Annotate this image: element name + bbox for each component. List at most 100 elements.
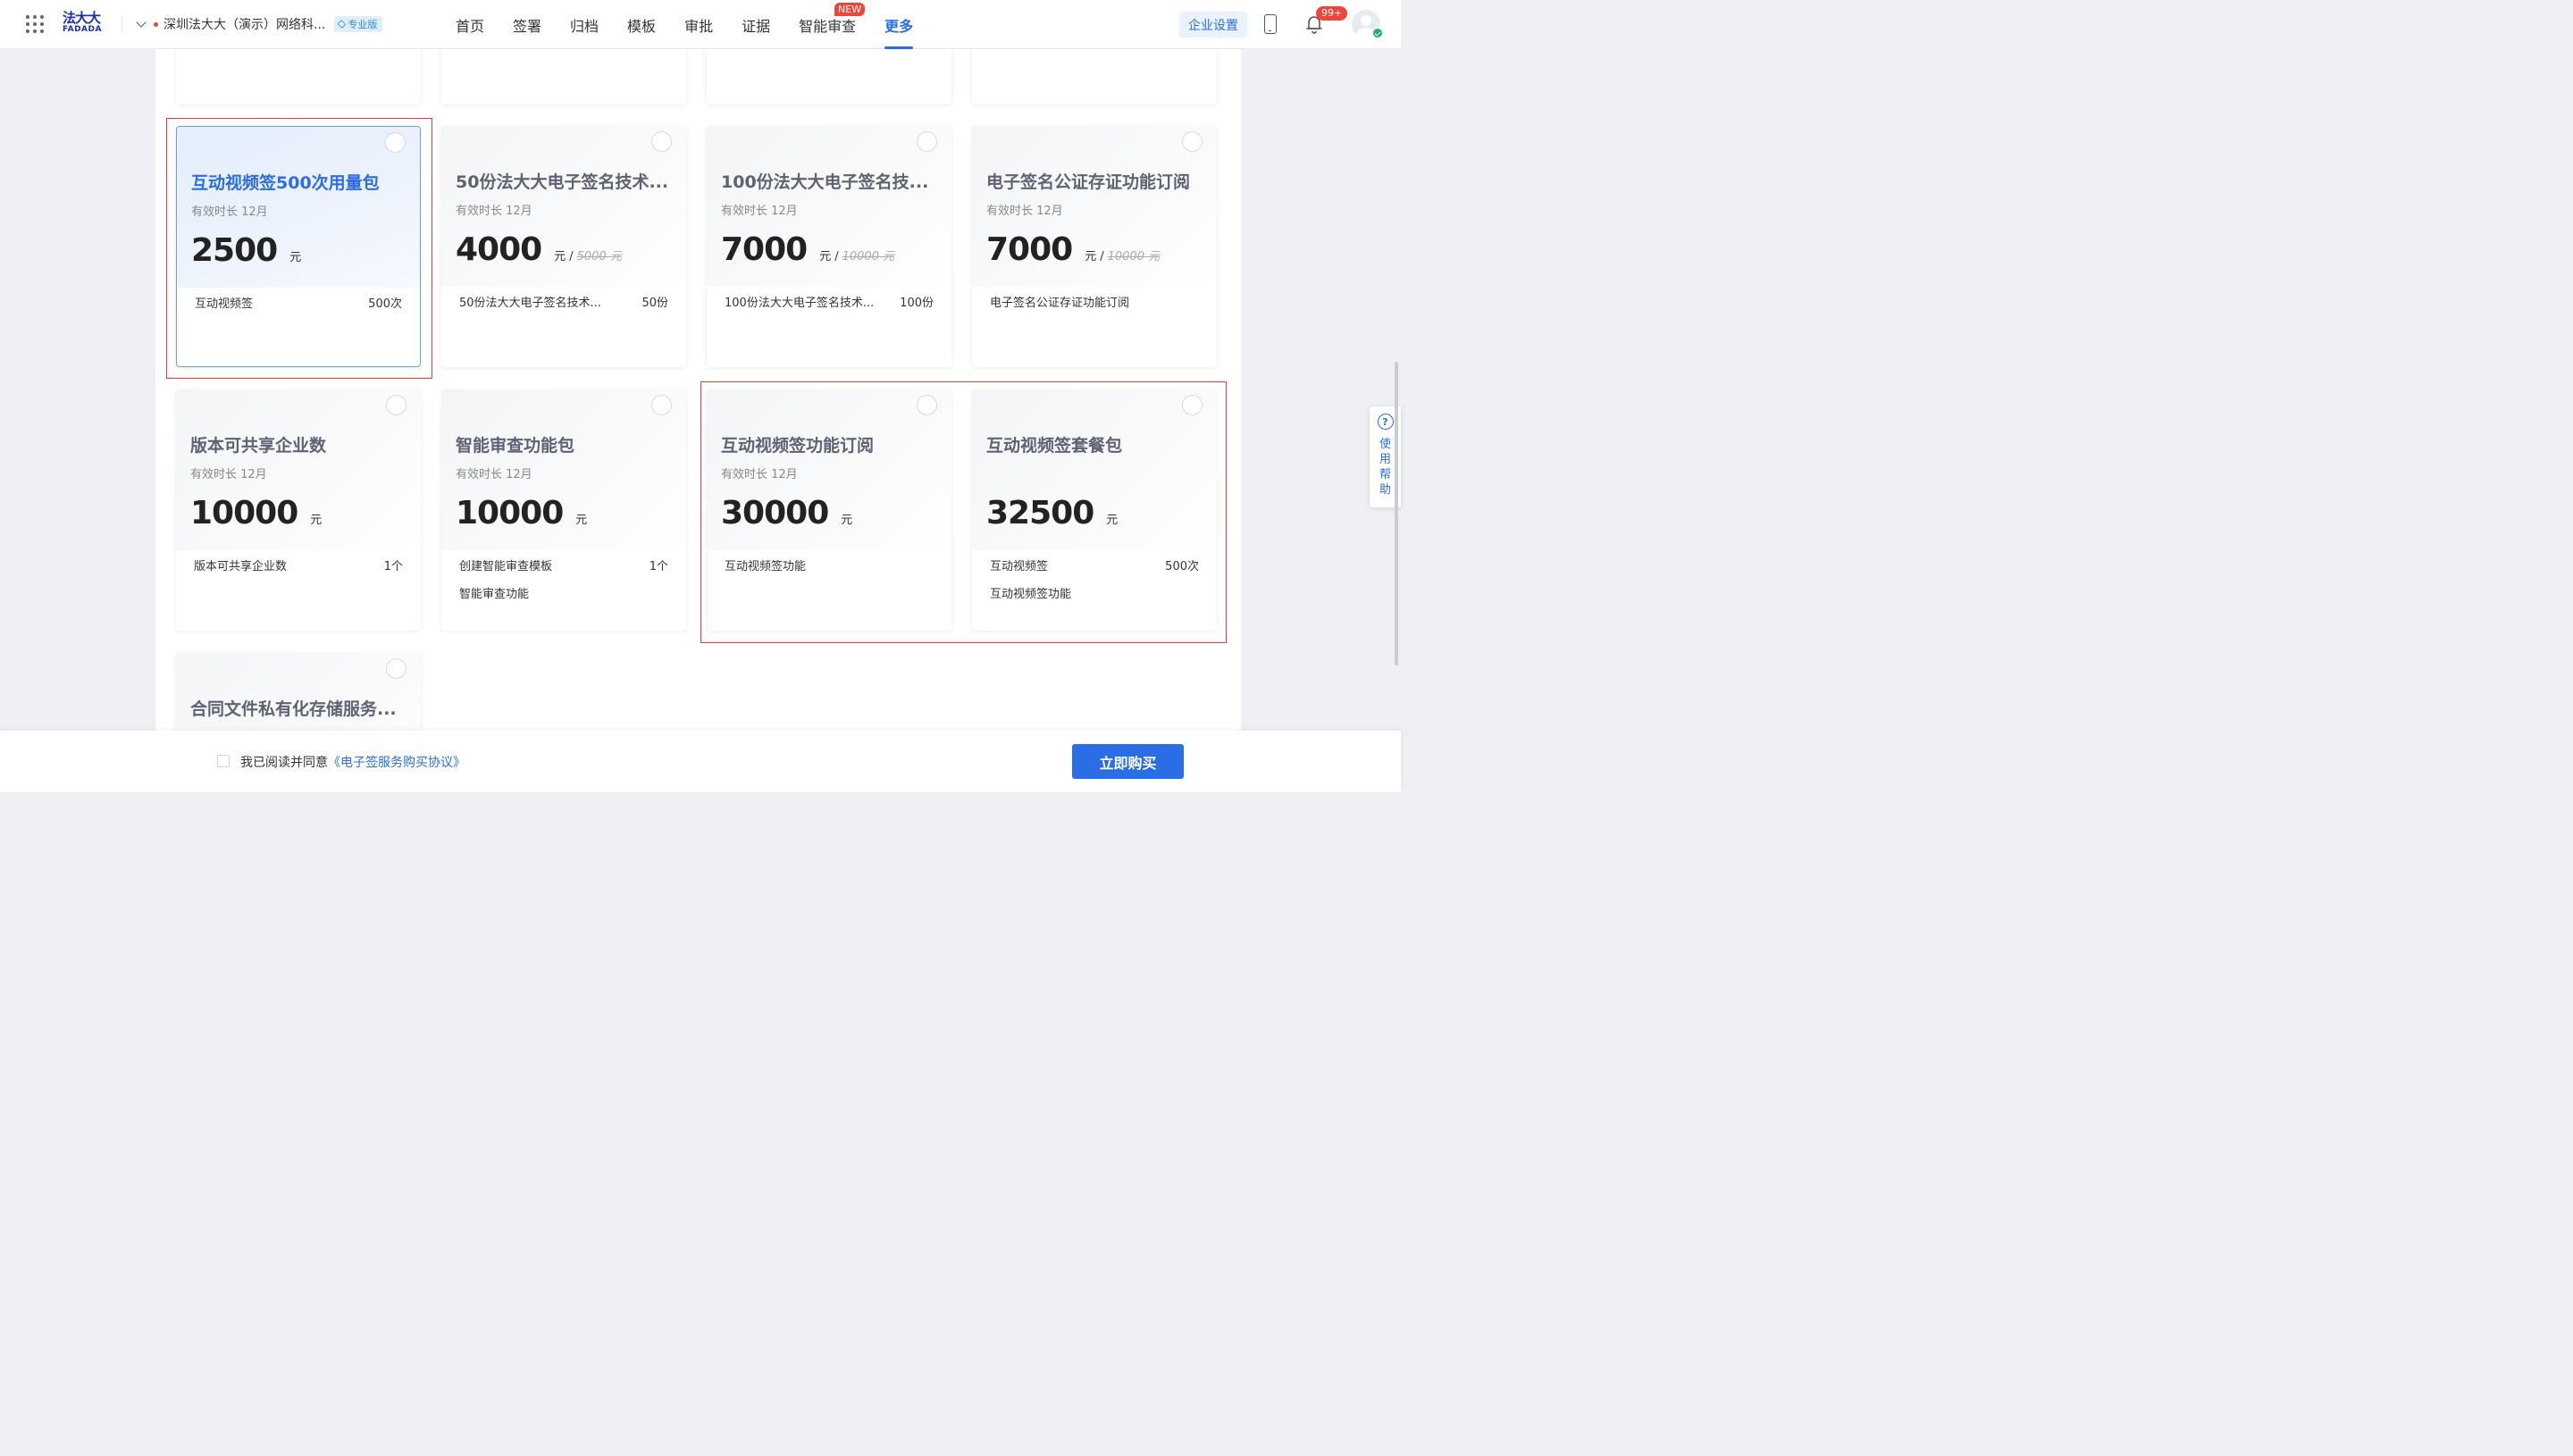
edition-label: 专业版	[348, 19, 378, 30]
feature-row: 创建智能审查模板 1个	[459, 556, 668, 573]
card-period: 有效时长 12月	[456, 205, 532, 218]
select-radio[interactable]	[651, 131, 672, 152]
select-radio[interactable]	[917, 395, 937, 415]
price-unit: 元	[289, 251, 302, 264]
feature-name: 互动视频签	[990, 560, 1049, 573]
nav-item[interactable]: 签署	[513, 0, 541, 49]
price-amount: 7000	[986, 231, 1073, 268]
card-price: 2500 元	[191, 232, 301, 269]
card-period: 有效时长 12月	[456, 468, 532, 481]
select-radio[interactable]	[651, 395, 672, 415]
feature-name: 电子签名公证存证功能订阅	[990, 297, 1130, 310]
product-card-partial[interactable]	[707, 49, 951, 105]
product-card[interactable]: 50份法大大电子签名技术... 有效时长 12月 4000 元/5000 元 50份法大…	[441, 126, 686, 367]
card-price: 30000 元	[721, 495, 852, 531]
help-label: 使用帮助	[1379, 438, 1391, 497]
price-unit: 元	[310, 514, 323, 527]
select-radio[interactable]	[385, 132, 406, 153]
mobile-icon[interactable]	[1264, 14, 1277, 34]
card-title: 100份法大大电子签名技...	[721, 172, 929, 192]
card-title: 50份法大大电子签名技术...	[456, 172, 669, 192]
feature-qty: 500次	[368, 297, 402, 311]
buy-now-button[interactable]: 立即购买	[1072, 744, 1184, 779]
product-card[interactable]: 100份法大大电子签名技... 有效时长 12月 7000 元/10000 元 100份…	[707, 126, 951, 367]
product-panel: 互动视频签500次用量包 有效时长 12月 2500 元互动视频签 500次 50份法大大…	[155, 49, 1241, 731]
nav-item[interactable]: 证据	[742, 0, 770, 49]
original-price: 10000 元	[1107, 250, 1161, 264]
product-card[interactable]: 互动视频签套餐包 32500 元互动视频签 500次互动视频签功能	[972, 389, 1217, 631]
feature-qty: 1个	[383, 560, 403, 573]
price-separator: /	[569, 250, 574, 264]
card-title: 合同文件私有化存储服务...	[190, 699, 397, 719]
nav-label: 审批	[684, 17, 714, 35]
agree-text: 我已阅读并同意《电子签服务购买协议》	[240, 753, 465, 771]
select-radio[interactable]	[386, 658, 406, 679]
feature-name: 创建智能审查模板	[459, 560, 553, 573]
price-amount: 30000	[721, 495, 829, 531]
nav-item[interactable]: 智能审查 NEW	[799, 0, 866, 49]
feature-name: 50份法大大电子签名技术...	[459, 297, 601, 310]
select-radio[interactable]	[917, 131, 937, 152]
purchase-bar	[0, 731, 1401, 792]
nav-label: 模板	[627, 17, 657, 35]
feature-name: 互动视频签	[195, 297, 254, 311]
product-card[interactable]: 互动视频签功能订阅 有效时长 12月 30000 元互动视频签功能	[707, 389, 951, 631]
product-card[interactable]: 互动视频签500次用量包 有效时长 12月 2500 元互动视频签 500次	[176, 126, 421, 367]
product-card[interactable]: 电子签名公证存证功能订阅 有效时长 12月 7000 元/10000 元电子签名公证存…	[972, 126, 1217, 367]
feature-row: 版本可共享企业数 1个	[194, 556, 403, 573]
agreement-link[interactable]: 《电子签服务购买协议》	[328, 756, 465, 770]
price-separator: /	[834, 250, 839, 264]
feature-row: 互动视频签 500次	[195, 294, 402, 311]
card-title: 电子签名公证存证功能订阅	[986, 172, 1191, 192]
product-card[interactable]: 智能审查功能包 有效时长 12月 10000 元创建智能审查模板 1个 智能审查功能	[441, 389, 686, 631]
notification-count-badge: 99+	[1316, 6, 1348, 21]
logo-en: FADADA	[63, 25, 102, 34]
card-period: 有效时长 12月	[190, 468, 267, 481]
feature-row: 电子签名公证存证功能订阅	[990, 293, 1199, 310]
feature-row: 智能审查功能	[459, 584, 668, 601]
feature-name: 互动视频签功能	[725, 560, 807, 573]
feature-row: 互动视频签功能	[990, 584, 1199, 601]
select-radio[interactable]	[1182, 395, 1203, 415]
nav-item[interactable]: 更多	[884, 0, 914, 49]
chevron-down-icon	[136, 17, 147, 28]
nav-item[interactable]: 归档	[570, 0, 599, 49]
diamond-icon	[338, 20, 347, 29]
product-card-partial[interactable]	[176, 49, 421, 105]
card-title: 智能审查功能包	[456, 436, 575, 456]
nav-label: 归档	[570, 17, 599, 35]
original-price: 5000 元	[576, 250, 622, 264]
feature-name: 互动视频签功能	[990, 588, 1072, 601]
apps-grid-icon[interactable]	[26, 15, 44, 33]
agree-checkbox[interactable]	[217, 755, 230, 767]
card-title: 互动视频签套餐包	[986, 436, 1123, 456]
product-card[interactable]: 版本可共享企业数 有效时长 12月 10000 元版本可共享企业数 1个	[176, 389, 421, 631]
price-unit: 元	[1085, 250, 1097, 264]
feature-row: 互动视频签 500次	[990, 556, 1199, 573]
product-card[interactable]: 合同文件私有化存储服务...	[176, 653, 421, 731]
select-radio[interactable]	[1182, 131, 1203, 152]
product-card-partial[interactable]	[441, 49, 686, 105]
original-price: 10000 元	[842, 250, 895, 264]
question-icon: ?	[1377, 414, 1394, 430]
nav-label: 证据	[742, 17, 771, 35]
status-dot	[154, 21, 158, 27]
agree-prefix: 我已阅读并同意	[240, 756, 328, 770]
product-card-partial[interactable]	[972, 49, 1217, 105]
nav-item[interactable]: 审批	[684, 0, 713, 49]
price-amount: 7000	[721, 231, 808, 268]
corp-settings-button[interactable]: 企业设置	[1179, 12, 1247, 38]
price-amount: 32500	[986, 495, 1094, 531]
fadada-logo[interactable]: 法大大 FADADA	[63, 12, 107, 37]
price-unit: 元	[575, 514, 588, 527]
scrollbar[interactable]	[1395, 362, 1398, 665]
select-radio[interactable]	[386, 395, 406, 415]
nav-item[interactable]: 首页	[456, 0, 484, 49]
card-price: 32500 元	[986, 495, 1118, 531]
feature-row: 100份法大大电子签名技术... 100份	[725, 293, 934, 310]
feature-name: 智能审查功能	[459, 588, 530, 601]
org-switcher[interactable]: 深圳法大大（演示）网络科... 专业版	[136, 15, 383, 33]
nav-label: 签署	[513, 17, 542, 35]
card-price: 7000 元/10000 元	[721, 231, 894, 268]
nav-item[interactable]: 模板	[627, 0, 656, 49]
